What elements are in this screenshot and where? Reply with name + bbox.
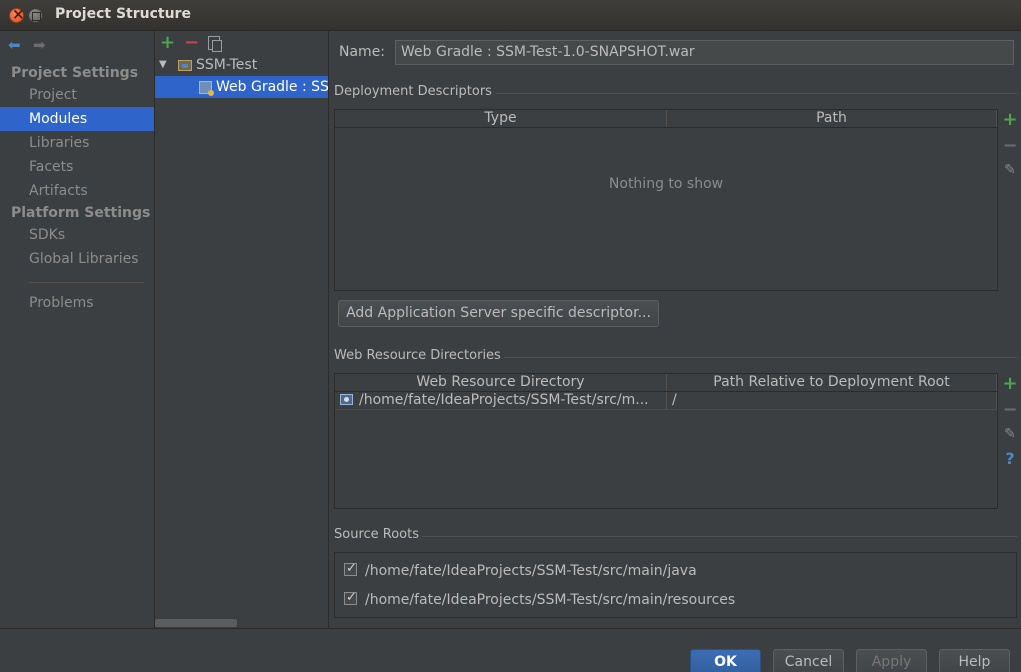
help-button[interactable]: Help bbox=[939, 649, 1010, 672]
add-web-resource-icon[interactable]: + bbox=[999, 373, 1021, 394]
back-arrow-icon[interactable]: ⬅ bbox=[8, 36, 21, 54]
web-directory-icon bbox=[340, 394, 353, 405]
descriptor-table-toolbar: + − ✎ bbox=[999, 109, 1021, 291]
module-tree-panel: + − ▼ SSM-Test Web Gradle : SSM-Test-1.0… bbox=[155, 31, 329, 628]
nav-item-facets[interactable]: Facets bbox=[0, 155, 154, 179]
web-resource-table-toolbar: + − ✎ ? bbox=[999, 373, 1021, 509]
remove-module-icon[interactable]: − bbox=[184, 32, 199, 53]
remove-descriptor-icon[interactable]: − bbox=[999, 135, 1021, 156]
tree-horizontal-scrollbar[interactable] bbox=[155, 619, 237, 627]
column-header-type[interactable]: Type bbox=[335, 110, 667, 127]
add-descriptor-icon[interactable]: + bbox=[999, 109, 1021, 130]
apply-button[interactable]: Apply bbox=[856, 649, 927, 672]
project-settings-header: Project Settings bbox=[11, 65, 139, 81]
directory-cell[interactable]: /home/fate/IdeaProjects/SSM-Test/src/m..… bbox=[335, 392, 667, 410]
forward-arrow-icon[interactable]: ➡ bbox=[33, 36, 46, 54]
section-divider bbox=[422, 536, 1017, 537]
empty-table-message: Nothing to show bbox=[608, 176, 724, 192]
window-title: Project Structure bbox=[55, 6, 191, 22]
nav-item-modules[interactable]: Modules bbox=[0, 107, 154, 131]
column-header-web-resource-directory[interactable]: Web Resource Directory bbox=[335, 374, 667, 391]
directory-path: /home/fate/IdeaProjects/SSM-Test/src/m..… bbox=[359, 392, 649, 408]
relative-path-cell[interactable]: / bbox=[667, 392, 997, 410]
table-header: Type Path bbox=[335, 110, 997, 128]
source-roots-title: Source Roots bbox=[334, 527, 420, 542]
remove-web-resource-icon[interactable]: − bbox=[999, 399, 1021, 420]
source-root-java[interactable]: /home/fate/IdeaProjects/SSM-Test/src/mai… bbox=[344, 559, 697, 581]
nav-divider bbox=[29, 282, 144, 283]
help-icon[interactable]: ? bbox=[999, 449, 1021, 468]
add-module-icon[interactable]: + bbox=[160, 32, 175, 53]
nav-item-global-libraries[interactable]: Global Libraries bbox=[0, 247, 154, 271]
nav-item-sdks[interactable]: SDKs bbox=[0, 223, 154, 247]
copy-module-icon[interactable] bbox=[208, 36, 222, 52]
title-bar: Project Structure bbox=[0, 0, 1021, 31]
tree-node-web-gradle[interactable]: Web Gradle : SSM-Test-1.0-SNAPSHOT.war bbox=[155, 76, 329, 98]
edit-web-resource-icon[interactable]: ✎ bbox=[999, 426, 1021, 442]
dialog-button-bar: OK Cancel Apply Help bbox=[0, 628, 1021, 672]
deployment-descriptors-table[interactable]: Type Path Nothing to show bbox=[334, 109, 998, 291]
add-server-descriptor-button[interactable]: Add Application Server specific descript… bbox=[338, 300, 659, 327]
section-divider bbox=[496, 93, 1017, 94]
expand-triangle-icon[interactable]: ▼ bbox=[159, 54, 167, 76]
table-header: Web Resource Directory Path Relative to … bbox=[335, 374, 997, 392]
table-row[interactable]: /home/fate/IdeaProjects/SSM-Test/src/m..… bbox=[335, 392, 997, 410]
source-roots-list: /home/fate/IdeaProjects/SSM-Test/src/mai… bbox=[334, 552, 1017, 618]
column-header-path[interactable]: Path bbox=[667, 110, 997, 127]
column-header-relative-path[interactable]: Path Relative to Deployment Root bbox=[667, 374, 997, 391]
settings-nav: ⬅ ➡ Project Settings Project Modules Lib… bbox=[0, 31, 155, 628]
tree-node-label: Web Gradle : SSM-Test-1.0-SNAPSHOT.war bbox=[216, 79, 329, 95]
source-root-checkbox[interactable] bbox=[344, 559, 357, 579]
name-field[interactable]: Web Gradle : SSM-Test-1.0-SNAPSHOT.war bbox=[395, 40, 1014, 65]
nav-item-artifacts[interactable]: Artifacts bbox=[0, 179, 154, 203]
source-root-path: /home/fate/IdeaProjects/SSM-Test/src/mai… bbox=[365, 563, 697, 579]
deployment-descriptors-title: Deployment Descriptors bbox=[334, 84, 492, 99]
section-divider bbox=[504, 357, 1017, 358]
nav-item-libraries[interactable]: Libraries bbox=[0, 131, 154, 155]
ok-button[interactable]: OK bbox=[690, 649, 761, 672]
nav-item-project[interactable]: Project bbox=[0, 83, 154, 107]
tree-node-label: SSM-Test bbox=[196, 57, 258, 73]
edit-descriptor-icon[interactable]: ✎ bbox=[999, 162, 1021, 178]
source-root-path: /home/fate/IdeaProjects/SSM-Test/src/mai… bbox=[365, 592, 736, 608]
source-root-checkbox[interactable] bbox=[344, 588, 357, 608]
module-folder-icon bbox=[178, 60, 192, 71]
web-resource-directories-title: Web Resource Directories bbox=[334, 348, 501, 363]
platform-settings-header: Platform Settings bbox=[11, 205, 151, 221]
web-facet-icon bbox=[199, 81, 214, 96]
cancel-button[interactable]: Cancel bbox=[773, 649, 844, 672]
tree-node-ssm-test[interactable]: ▼ SSM-Test bbox=[155, 54, 328, 76]
close-window-button[interactable] bbox=[9, 5, 25, 23]
source-root-resources[interactable]: /home/fate/IdeaProjects/SSM-Test/src/mai… bbox=[344, 588, 736, 610]
maximize-window-button[interactable] bbox=[28, 8, 43, 23]
name-label: Name: bbox=[339, 44, 386, 60]
web-resource-directories-table[interactable]: Web Resource Directory Path Relative to … bbox=[334, 373, 998, 509]
facet-settings-panel: Name: Web Gradle : SSM-Test-1.0-SNAPSHOT… bbox=[330, 31, 1021, 628]
nav-item-problems[interactable]: Problems bbox=[0, 291, 154, 315]
